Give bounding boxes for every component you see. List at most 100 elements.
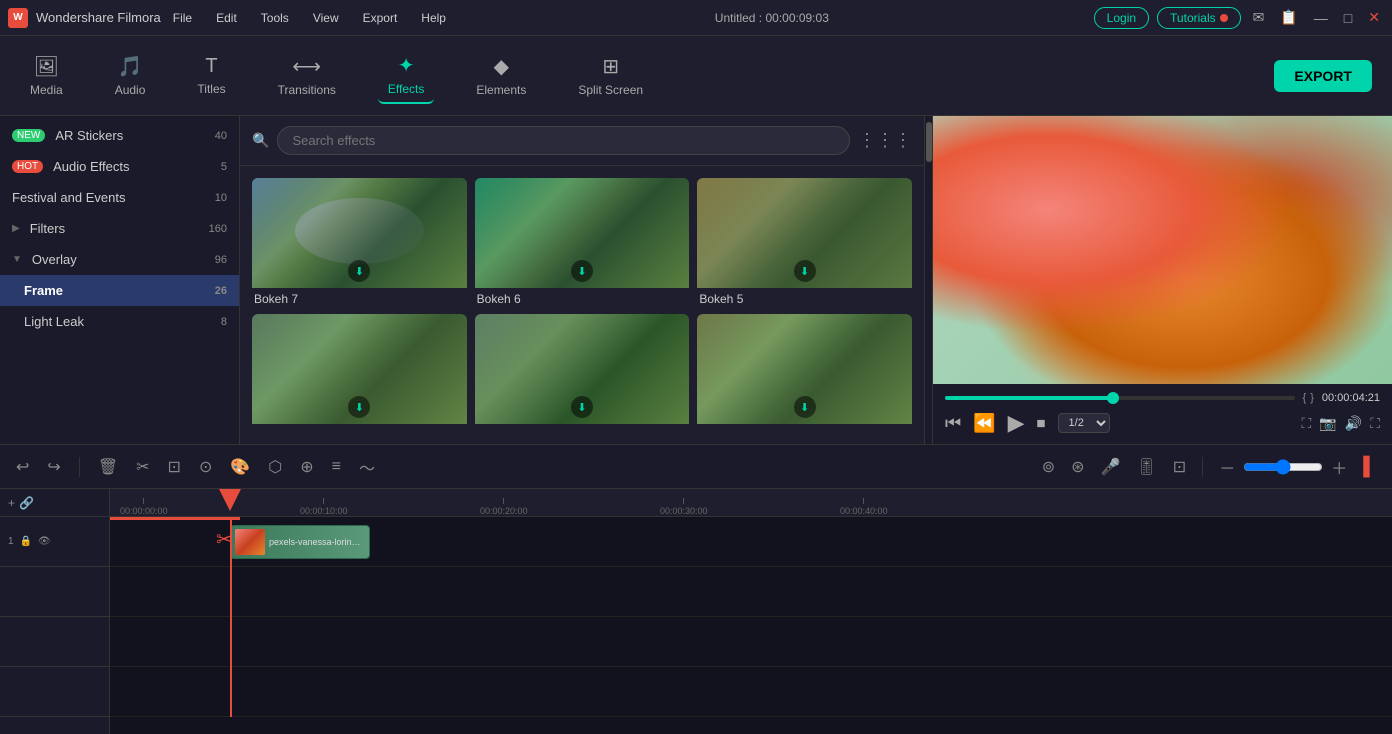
menu-help[interactable]: Help (417, 9, 450, 27)
ruler-mark-30: 00:00:30:00 (660, 498, 708, 516)
pip-button[interactable]: ⛶ (1302, 415, 1312, 432)
effect-card-4[interactable]: ⬇ (252, 314, 467, 432)
minimize-button[interactable]: — (1310, 10, 1332, 26)
menu-edit[interactable]: Edit (212, 9, 241, 27)
toolbar-audio[interactable]: 🎵 Audio (105, 48, 156, 103)
filters-count: 160 (209, 223, 227, 235)
audio-effects-label: Audio Effects (53, 159, 129, 174)
link-tracks-button[interactable]: 🔗 (19, 496, 34, 510)
toolbar-titles[interactable]: T Titles (187, 49, 235, 102)
mix-button[interactable]: 🎚 (1132, 453, 1160, 481)
sidebar-item-ar-stickers[interactable]: NEW AR Stickers 40 (0, 120, 239, 151)
sidebar-item-audio-effects[interactable]: HOT Audio Effects 5 (0, 151, 239, 182)
ai-button[interactable]: ⬡ (264, 453, 286, 481)
playhead-marker (219, 489, 241, 511)
step-back-button[interactable]: ⏮ (945, 413, 961, 434)
toolbar-effects[interactable]: ✦ Effects (378, 47, 434, 104)
menu-export[interactable]: Export (359, 9, 402, 27)
progress-bar[interactable] (945, 396, 1295, 400)
clip-name: pexels-vanessa-loring-5865849 (269, 537, 365, 547)
titles-icon: T (205, 55, 217, 78)
add-track-button[interactable]: + (8, 496, 15, 510)
preview-image (933, 116, 1392, 384)
effect-card-6[interactable]: ⬇ (697, 314, 912, 432)
toolbar-transitions[interactable]: ⟷ Transitions (268, 48, 346, 103)
transition-add-button[interactable]: ⊕ (296, 453, 317, 481)
zoom-slider[interactable] (1243, 459, 1323, 475)
split-screen-label: Split Screen (578, 83, 643, 97)
overlay-expand-icon: ▼ (12, 254, 22, 265)
volume-button[interactable]: 🔊 (1345, 415, 1362, 432)
bracket-open: { (1303, 392, 1307, 404)
effect-card-bokeh6[interactable]: ⬇ Bokeh 6 (475, 178, 690, 306)
cut-button[interactable]: ✂ (132, 453, 153, 481)
updates-icon[interactable]: 📋 (1276, 7, 1301, 28)
sidebar-item-overlay[interactable]: ▼ Overlay 96 (0, 244, 239, 275)
login-button[interactable]: Login (1094, 7, 1149, 29)
sidebar-item-light-leak[interactable]: Light Leak 8 (0, 306, 239, 337)
effect5-thumbnail: ⬇ (475, 314, 690, 424)
bokeh6-thumbnail: ⬇ (475, 178, 690, 288)
zoom-in-button[interactable]: ＋ (1327, 451, 1351, 483)
close-button[interactable]: ✕ (1364, 9, 1384, 26)
video-clip[interactable]: pexels-vanessa-loring-5865849 (230, 525, 370, 559)
color-button[interactable]: 🎨 (226, 453, 254, 481)
effect-card-bokeh5[interactable]: ⬇ Bokeh 5 (697, 178, 912, 306)
effect4-label (252, 424, 467, 432)
tutorials-button[interactable]: Tutorials (1157, 7, 1241, 29)
fullscreen-button[interactable]: ⛶ (1370, 415, 1380, 432)
crop-button[interactable]: ⊡ (164, 453, 185, 481)
menu-tools[interactable]: Tools (257, 9, 293, 27)
toolbar-media[interactable]: 🖼 Media (20, 48, 73, 103)
menu-view[interactable]: View (309, 9, 343, 27)
sidebar-item-festival-events[interactable]: Festival and Events 10 (0, 182, 239, 213)
app-logo: W (8, 8, 28, 28)
export-button[interactable]: EXPORT (1274, 60, 1372, 92)
app-name: Wondershare Filmora (36, 10, 161, 25)
clip-select-button[interactable]: ⊙ (195, 453, 216, 481)
delete-button[interactable]: 🗑 (94, 453, 122, 481)
audio-mix-button[interactable]: ≡ (328, 454, 345, 480)
snapshot-button[interactable]: 📷 (1319, 415, 1336, 432)
toolbar-split-screen[interactable]: ⊞ Split Screen (568, 48, 653, 103)
track-lock-icon[interactable]: 🔒 (20, 536, 32, 547)
zoom-out-button[interactable]: － (1215, 451, 1239, 483)
sidebar-item-frame[interactable]: Frame 26 (0, 275, 239, 306)
play-button[interactable]: ▶ (1008, 410, 1025, 436)
effect-card-bokeh7[interactable]: ⬇ Bokeh 7 (252, 178, 467, 306)
toolbar-elements[interactable]: ◆ Elements (466, 48, 536, 103)
bokeh7-download-icon: ⬇ (348, 260, 370, 282)
snap-button[interactable]: ⊚ (1038, 453, 1059, 481)
track-eye-icon[interactable]: 👁 (38, 536, 51, 547)
audio-effects-count: 5 (221, 161, 227, 173)
waveform-button[interactable]: 〜 (355, 451, 379, 483)
effects-panel: 🔍 ⋮⋮⋮ ⬇ Bokeh 7 ⬇ Bokeh 6 (240, 116, 924, 444)
undo-button[interactable]: ↩ (12, 453, 33, 481)
search-input[interactable] (277, 126, 850, 155)
notifications-icon[interactable]: ✉ (1249, 7, 1269, 28)
sidebar-item-filters[interactable]: ▶ Filters 160 (0, 213, 239, 244)
media-icon: 🖼 (34, 54, 59, 79)
mic-button[interactable]: 🎤 (1097, 453, 1125, 481)
screen-record-button[interactable]: ⊡ (1169, 453, 1190, 481)
title-bar: W Wondershare Filmora File Edit Tools Vi… (0, 0, 1392, 36)
mark-button[interactable]: ⊛ (1067, 453, 1088, 481)
timeline-ruler[interactable]: 00:00:00:00 00:00:10:00 00:00:20:00 00:0… (110, 489, 1392, 517)
maximize-button[interactable]: □ (1340, 10, 1356, 26)
filters-expand-icon: ▶ (12, 223, 20, 234)
grid-toggle-button[interactable]: ⋮⋮⋮ (858, 130, 912, 151)
stop-button[interactable]: ⏹ (1037, 413, 1046, 434)
zoom-select[interactable]: 1/2 1/4 Full (1058, 413, 1110, 433)
effects-scrollbar[interactable] (924, 116, 932, 444)
bokeh7-label: Bokeh 7 (252, 288, 467, 306)
redo-button[interactable]: ↪ (43, 453, 64, 481)
menu-file[interactable]: File (169, 9, 196, 27)
frame-label: Frame (24, 283, 63, 298)
frame-back-button[interactable]: ⏪ (973, 413, 995, 434)
timeline-toolbar-right: ⊚ ⊛ 🎤 🎚 ⊡ － ＋ ▌ (1038, 451, 1380, 483)
effect-card-5[interactable]: ⬇ (475, 314, 690, 432)
transitions-icon: ⟷ (292, 54, 321, 79)
timeline-collapse-button[interactable]: ▌ (1359, 452, 1380, 481)
audio-icon: 🎵 (118, 54, 143, 79)
transitions-label: Transitions (278, 83, 336, 97)
